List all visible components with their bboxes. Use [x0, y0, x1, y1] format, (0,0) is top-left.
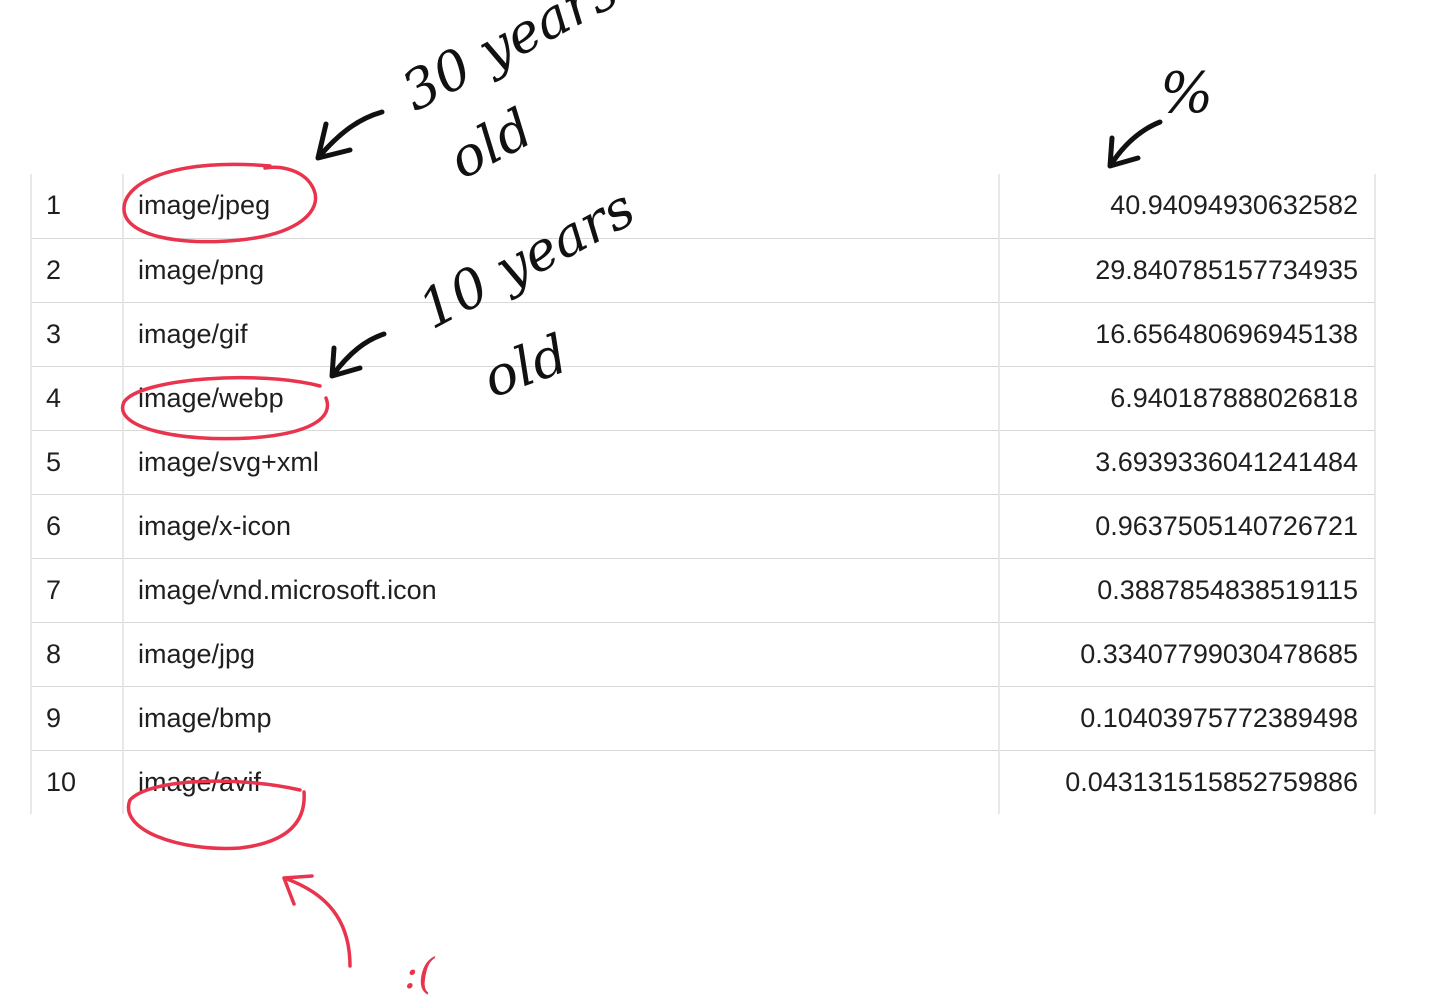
row-index-cell: 6	[30, 493, 123, 559]
mime-type-cell: image/vnd.microsoft.icon	[122, 557, 999, 623]
row-index-cell: 4	[30, 365, 123, 431]
table-row: 2 image/png 29.840785157734935	[30, 237, 1376, 303]
row-index-cell: 8	[30, 621, 123, 687]
jpeg-age-note-line1: 30 years	[392, 0, 628, 123]
table-row: 7 image/vnd.microsoft.icon 0.3887854838519…	[30, 557, 1376, 623]
mime-type-cell: image/png	[122, 237, 999, 303]
row-index-cell: 10	[30, 749, 123, 814]
table-row: 9 image/bmp 0.10403975772389498	[30, 685, 1376, 751]
mime-type-cell: image/avif	[122, 749, 999, 814]
percent-value-cell: 6.940187888026818	[998, 365, 1376, 431]
table-row: 10 image/avif 0.043131515852759886	[30, 749, 1376, 814]
table-row: 1 image/jpeg 40.94094930632582	[30, 174, 1376, 239]
row-index-cell: 3	[30, 301, 123, 367]
mime-type-cell: image/webp	[122, 365, 999, 431]
row-index-cell: 2	[30, 237, 123, 303]
percent-note: %	[1160, 61, 1213, 126]
row-index-cell: 1	[30, 174, 123, 239]
jpeg-arrow-icon	[315, 109, 385, 161]
percent-arrow-icon	[1107, 119, 1163, 169]
mime-type-cell: image/bmp	[122, 685, 999, 751]
percent-value-cell: 0.3887854838519115	[998, 557, 1376, 623]
row-index-cell: 5	[30, 429, 123, 495]
percent-value-cell: 0.10403975772389498	[998, 685, 1376, 751]
avif-arrow-icon	[282, 874, 352, 968]
table-row: 4 image/webp 6.940187888026818	[30, 365, 1376, 431]
percent-value-cell: 0.043131515852759886	[998, 749, 1376, 814]
percent-value-cell: 40.94094930632582	[998, 174, 1376, 239]
mime-type-cell: image/jpeg	[122, 174, 999, 239]
table-row: 6 image/x-icon 0.9637505140726721	[30, 493, 1376, 559]
table-row: 5 image/svg+xml 3.6939336041241484	[30, 429, 1376, 495]
table-row: 8 image/jpg 0.33407799030478685	[30, 621, 1376, 687]
mime-type-cell: image/x-icon	[122, 493, 999, 559]
mime-type-table: 1 image/jpeg 40.94094930632582 2 image/png 29…	[30, 174, 1376, 814]
table-body: 1 image/jpeg 40.94094930632582 2 image/png 29…	[30, 174, 1376, 814]
percent-value-cell: 0.33407799030478685	[998, 621, 1376, 687]
table-row: 3 image/gif 16.656480696945138	[30, 301, 1376, 367]
avif-sad-note: :(	[404, 949, 436, 998]
mime-type-cell: image/jpg	[122, 621, 999, 687]
percent-value-cell: 16.656480696945138	[998, 301, 1376, 367]
row-index-cell: 7	[30, 557, 123, 623]
mime-type-cell: image/gif	[122, 301, 999, 367]
row-index-cell: 9	[30, 685, 123, 751]
percent-value-cell: 29.840785157734935	[998, 237, 1376, 303]
mime-type-cell: image/svg+xml	[122, 429, 999, 495]
percent-value-cell: 3.6939336041241484	[998, 429, 1376, 495]
percent-value-cell: 0.9637505140726721	[998, 493, 1376, 559]
